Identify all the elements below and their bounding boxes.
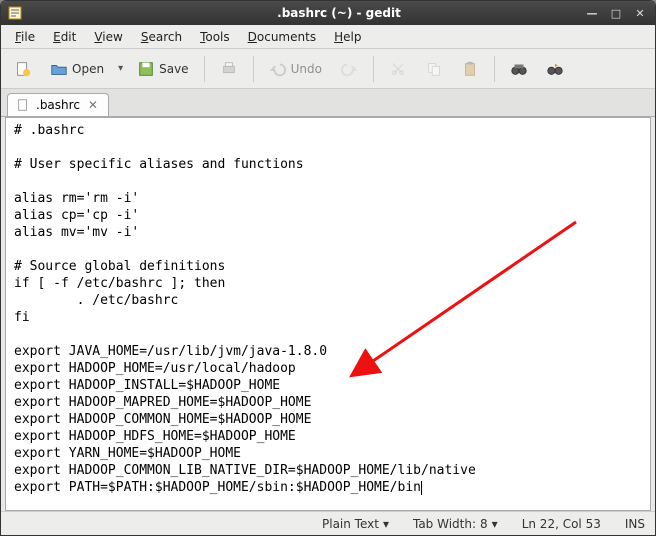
toolbar-separator	[373, 56, 374, 82]
paste-button[interactable]	[454, 55, 486, 83]
maximize-button[interactable]: □	[607, 5, 625, 21]
print-button[interactable]	[213, 55, 245, 83]
new-button[interactable]	[7, 55, 39, 83]
statusbar: Plain Text ▾ Tab Width: 8 ▾ Ln 22, Col 5…	[1, 511, 655, 535]
save-icon	[137, 60, 155, 78]
tabbar: .bashrc ✕	[1, 89, 655, 117]
clipboard-icon	[461, 60, 479, 78]
folder-open-icon	[50, 60, 68, 78]
gedit-app-icon	[7, 5, 23, 21]
copy-button[interactable]	[418, 55, 450, 83]
menu-search-label: earch	[148, 30, 182, 44]
save-button[interactable]: Save	[130, 55, 195, 83]
scissors-icon	[389, 60, 407, 78]
toolbar: Open ▾ Save Undo	[1, 49, 655, 89]
save-label: Save	[159, 62, 188, 76]
toolbar-separator	[494, 56, 495, 82]
menu-file-label: ile	[21, 30, 35, 44]
editor-area[interactable]: # .bashrc # User specific aliases and fu…	[5, 117, 651, 511]
menu-documents-label: ocuments	[257, 30, 316, 44]
redo-button[interactable]	[333, 55, 365, 83]
menu-help[interactable]: Help	[326, 28, 369, 46]
minimize-button[interactable]: —	[583, 5, 601, 21]
chevron-down-icon: ▾	[492, 517, 498, 531]
syntax-selector[interactable]: Plain Text ▾	[322, 517, 389, 531]
find-button[interactable]	[503, 55, 535, 83]
undo-label: Undo	[291, 62, 322, 76]
titlebar: .bashrc (~) - gedit — □ ✕	[1, 1, 655, 25]
copy-icon	[425, 60, 443, 78]
find-replace-icon	[546, 60, 564, 78]
undo-button[interactable]: Undo	[262, 55, 329, 83]
file-tab[interactable]: .bashrc ✕	[7, 93, 109, 116]
menubar: File Edit View Search Tools Documents He…	[1, 25, 655, 49]
app-window: .bashrc (~) - gedit — □ ✕ File Edit View…	[0, 0, 656, 536]
cursor-position: Ln 22, Col 53	[522, 517, 601, 531]
open-dropdown-caret[interactable]: ▾	[115, 63, 126, 74]
binoculars-icon	[510, 60, 528, 78]
printer-icon	[220, 60, 238, 78]
tab-label: .bashrc	[36, 98, 80, 112]
close-window-button[interactable]: ✕	[631, 5, 649, 21]
redo-icon	[340, 60, 358, 78]
cut-button[interactable]	[382, 55, 414, 83]
menu-view-label: iew	[102, 30, 123, 44]
undo-icon	[269, 60, 287, 78]
chevron-down-icon: ▾	[383, 517, 389, 531]
menu-help-label: elp	[343, 30, 361, 44]
new-file-icon	[14, 60, 32, 78]
toolbar-separator	[253, 56, 254, 82]
open-label: Open	[72, 62, 104, 76]
menu-file[interactable]: File	[7, 28, 43, 46]
insert-mode: INS	[625, 517, 645, 531]
window-title: .bashrc (~) - gedit	[29, 6, 649, 20]
tabwidth-value: 8	[480, 517, 488, 531]
tabwidth-selector[interactable]: Tab Width: 8 ▾	[413, 517, 498, 531]
tabwidth-label: Tab Width:	[413, 517, 476, 531]
menu-tools[interactable]: Tools	[192, 28, 238, 46]
document-icon	[16, 98, 30, 112]
menu-edit-label: dit	[61, 30, 77, 44]
menu-view[interactable]: View	[86, 28, 130, 46]
find-replace-button[interactable]	[539, 55, 571, 83]
menu-tools-label: ools	[205, 30, 229, 44]
editor-content[interactable]: # .bashrc # User specific aliases and fu…	[14, 122, 642, 496]
menu-documents[interactable]: Documents	[240, 28, 324, 46]
menu-edit[interactable]: Edit	[45, 28, 84, 46]
toolbar-separator	[204, 56, 205, 82]
open-button[interactable]: Open	[43, 55, 111, 83]
syntax-label: Plain Text	[322, 517, 379, 531]
tab-close-button[interactable]: ✕	[86, 98, 100, 112]
menu-search[interactable]: Search	[133, 28, 190, 46]
